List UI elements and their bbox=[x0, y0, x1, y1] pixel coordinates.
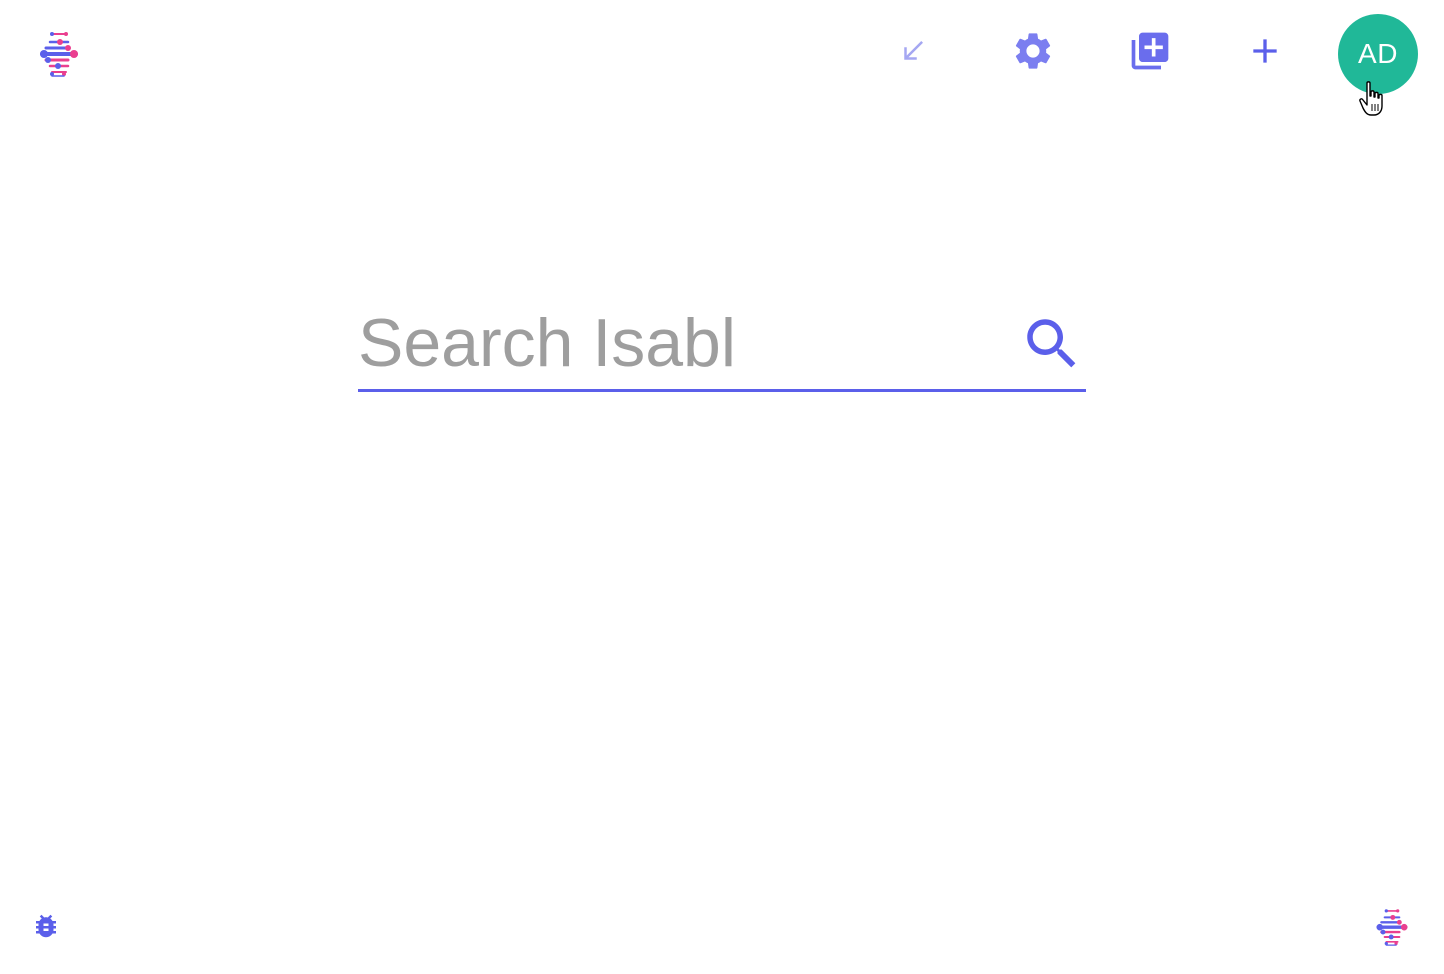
search-input[interactable] bbox=[358, 300, 1008, 386]
search-button[interactable] bbox=[1018, 312, 1086, 380]
plus-icon bbox=[1245, 31, 1285, 76]
library-add-icon bbox=[1128, 29, 1172, 78]
add-library-button[interactable] bbox=[1125, 28, 1175, 78]
collapse-button[interactable] bbox=[888, 28, 938, 78]
add-button[interactable] bbox=[1240, 28, 1290, 78]
page: AD bbox=[0, 0, 1444, 974]
arrow-south-west-icon bbox=[898, 36, 928, 71]
isabl-logo-footer[interactable] bbox=[1374, 906, 1410, 950]
settings-button[interactable] bbox=[1008, 28, 1058, 78]
gear-icon bbox=[1011, 29, 1055, 78]
search-bar bbox=[358, 300, 1086, 392]
bug-report-button[interactable] bbox=[30, 912, 62, 944]
avatar-initials: AD bbox=[1358, 38, 1398, 69]
hand-pointer-cursor-icon bbox=[1358, 80, 1390, 118]
bug-report-icon bbox=[31, 911, 61, 946]
isabl-logo[interactable] bbox=[38, 28, 80, 82]
search-icon bbox=[1019, 311, 1085, 382]
